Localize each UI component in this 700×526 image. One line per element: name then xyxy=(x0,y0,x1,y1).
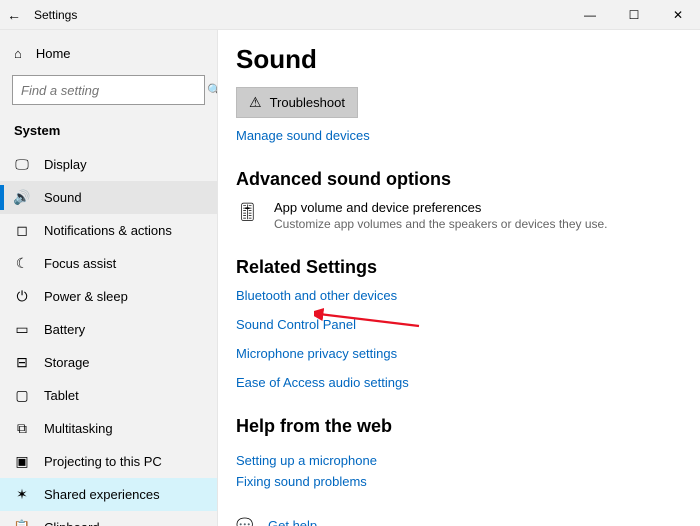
tablet-icon: ▢ xyxy=(14,388,30,404)
home-icon: ⌂ xyxy=(14,46,22,61)
troubleshoot-button[interactable]: ⚠ Troubleshoot xyxy=(236,87,358,118)
advanced-item-subtitle: Customize app volumes and the speakers o… xyxy=(274,217,608,231)
main-content: Sound ⚠ Troubleshoot Manage sound device… xyxy=(218,30,700,526)
warning-icon: ⚠ xyxy=(249,94,262,111)
back-button[interactable]: ← xyxy=(0,7,28,23)
microphone-privacy-link[interactable]: Microphone privacy settings xyxy=(236,346,682,361)
notifications-icon: ◻ xyxy=(14,223,30,239)
shared-icon: ✶ xyxy=(14,487,30,503)
help-heading: Help from the web xyxy=(236,416,682,437)
ease-of-access-link[interactable]: Ease of Access audio settings xyxy=(236,375,682,390)
home-button[interactable]: ⌂ Home xyxy=(0,36,217,71)
minimize-button[interactable]: — xyxy=(568,0,612,30)
sliders-icon: 🎚 xyxy=(236,200,260,223)
get-help-icon: 💬 xyxy=(236,517,254,526)
battery-icon: ▭ xyxy=(14,322,30,338)
sidebar: ⌂ Home 🔍 System 🖵 Display 🔊 Sound ◻ Not xyxy=(0,30,218,526)
sound-control-panel-link[interactable]: Sound Control Panel xyxy=(236,317,682,332)
nav-tablet[interactable]: ▢ Tablet xyxy=(0,379,217,412)
power-icon: ⏻ xyxy=(14,289,30,305)
search-icon: 🔍 xyxy=(207,83,218,97)
search-field[interactable] xyxy=(13,83,207,98)
nav-projecting[interactable]: ▣ Projecting to this PC xyxy=(0,445,217,478)
advanced-options-heading: Advanced sound options xyxy=(236,169,682,190)
close-button[interactable]: ✕ xyxy=(656,0,700,30)
window-title: Settings xyxy=(34,8,77,22)
nav-battery[interactable]: ▭ Battery xyxy=(0,313,217,346)
projecting-icon: ▣ xyxy=(14,454,30,470)
focus-icon: ☾ xyxy=(14,256,30,272)
sound-icon: 🔊 xyxy=(14,190,30,206)
titlebar: ← Settings — ☐ ✕ xyxy=(0,0,700,30)
page-title: Sound xyxy=(236,44,682,75)
get-help-link[interactable]: Get help xyxy=(268,518,317,526)
nav-multitasking[interactable]: ⧉ Multitasking xyxy=(0,412,217,445)
nav-shared-experiences[interactable]: ✶ Shared experiences xyxy=(0,478,217,511)
home-label: Home xyxy=(36,46,71,61)
nav-focus-assist[interactable]: ☾ Focus assist xyxy=(0,247,217,280)
app-volume-item[interactable]: 🎚 App volume and device preferences Cust… xyxy=(236,200,682,231)
nav-power-sleep[interactable]: ⏻ Power & sleep xyxy=(0,280,217,313)
bluetooth-link[interactable]: Bluetooth and other devices xyxy=(236,288,682,303)
nav-notifications[interactable]: ◻ Notifications & actions xyxy=(0,214,217,247)
manage-sound-devices-link[interactable]: Manage sound devices xyxy=(236,128,370,143)
maximize-button[interactable]: ☐ xyxy=(612,0,656,30)
nav-clipboard[interactable]: 📋 Clipboard xyxy=(0,511,217,526)
multitasking-icon: ⧉ xyxy=(14,421,30,437)
nav-storage[interactable]: ⊟ Storage xyxy=(0,346,217,379)
fixing-sound-link[interactable]: Fixing sound problems xyxy=(236,474,367,489)
advanced-item-title: App volume and device preferences xyxy=(274,200,608,215)
storage-icon: ⊟ xyxy=(14,355,30,371)
section-title: System xyxy=(0,117,217,148)
setup-microphone-link[interactable]: Setting up a microphone xyxy=(236,453,377,468)
search-input[interactable]: 🔍 xyxy=(12,75,205,105)
nav-sound[interactable]: 🔊 Sound xyxy=(0,181,217,214)
related-settings-heading: Related Settings xyxy=(236,257,682,278)
clipboard-icon: 📋 xyxy=(14,520,30,526)
display-icon: 🖵 xyxy=(14,157,30,173)
get-help-row[interactable]: 💬 Get help xyxy=(236,517,682,526)
nav-display[interactable]: 🖵 Display xyxy=(0,148,217,181)
